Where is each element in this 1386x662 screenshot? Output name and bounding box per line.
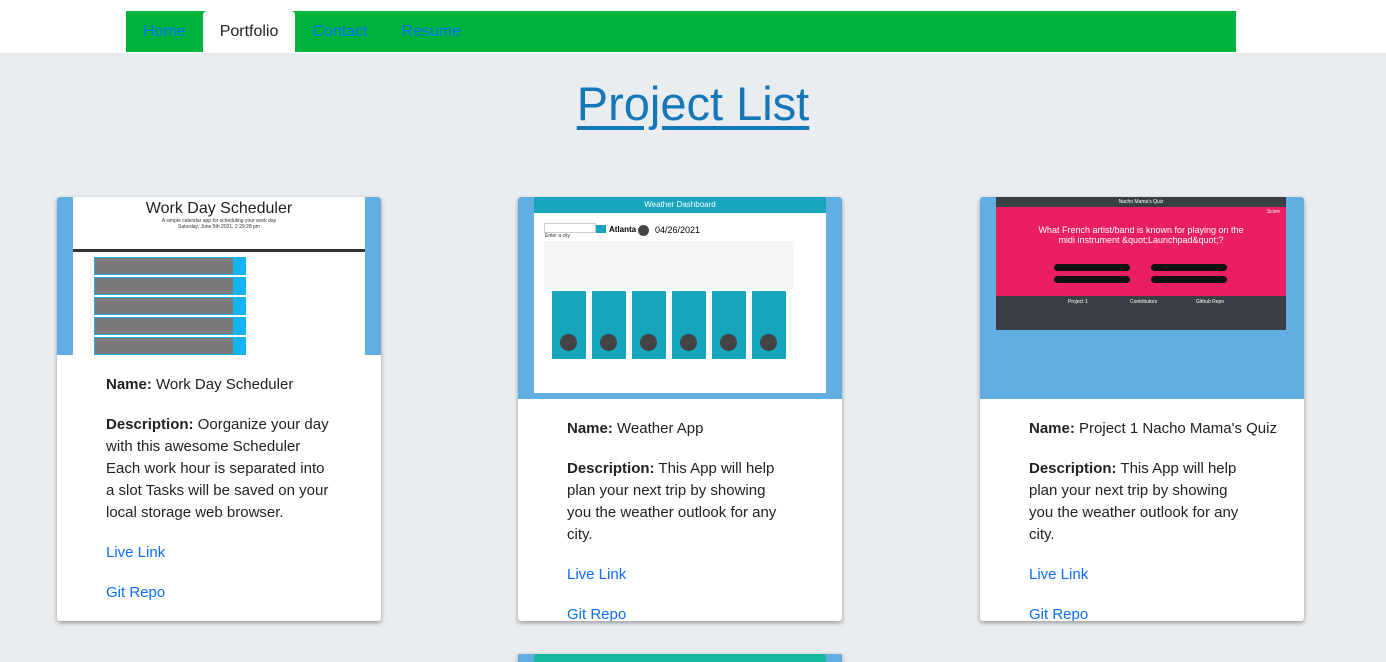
- project-name: Name: Project 1 Nacho Mama's Quiz: [1029, 418, 1277, 440]
- name-value: Work Day Scheduler: [156, 376, 294, 393]
- project-description: Description: This App will help plan you…: [1029, 458, 1255, 546]
- project-description: Description: Oorganize your day with thi…: [106, 414, 332, 524]
- project-image-partial[interactable]: [534, 654, 826, 662]
- card-body: Name: Work Day Scheduler Description: Oo…: [57, 374, 381, 604]
- weather-icon: [680, 334, 697, 351]
- footer-col: Github Repo: [1196, 299, 1225, 305]
- quiz-question: What French artist/band is known for pla…: [1038, 225, 1244, 245]
- footer-col: Contributors: [1130, 299, 1158, 305]
- project-card-partial: [518, 654, 842, 662]
- current-weather: [544, 241, 794, 289]
- project-image-frame: Work Day Scheduler A simple calendar app…: [57, 197, 381, 355]
- nav-portfolio[interactable]: Portfolio: [202, 11, 296, 52]
- divider: [73, 249, 365, 252]
- live-link[interactable]: Live Link: [567, 564, 793, 586]
- live-link[interactable]: Live Link: [1029, 564, 1255, 586]
- weather-screenshot[interactable]: Weather Dashboard Enter a city Atlanta 0…: [534, 197, 826, 393]
- time-slot: [94, 297, 246, 315]
- desc-label: Description:: [567, 460, 655, 477]
- forecast-day: [672, 291, 706, 359]
- name-label: Name:: [106, 376, 152, 393]
- score-label: Score: [1266, 209, 1280, 215]
- git-repo-link[interactable]: Git Repo: [567, 604, 793, 621]
- save-icon: [233, 258, 245, 274]
- forecast-day: [552, 291, 586, 359]
- save-icon: [233, 298, 245, 314]
- nav-home[interactable]: Home: [126, 11, 203, 52]
- card-body: Name: Weather App Description: This App …: [518, 418, 842, 621]
- city-search-input: Enter a city: [544, 223, 596, 239]
- card-body: Name: Project 1 Nacho Mama's Quiz Descri…: [980, 418, 1304, 621]
- name-value: Project 1 Nacho Mama's Quiz: [1079, 420, 1277, 437]
- time-slot: [94, 257, 246, 275]
- live-link[interactable]: Live Link: [106, 542, 332, 564]
- name-label: Name:: [1029, 420, 1075, 437]
- answer-button: [1151, 276, 1227, 283]
- git-repo-link[interactable]: Git Repo: [1029, 604, 1255, 621]
- footer-col: Project 1: [1068, 299, 1088, 305]
- project-name: Name: Work Day Scheduler: [106, 374, 332, 396]
- search-placeholder: Enter a city: [545, 233, 571, 239]
- scheduler-screenshot[interactable]: Work Day Scheduler A simple calendar app…: [73, 197, 365, 355]
- forecast-day: [592, 291, 626, 359]
- save-icon: [233, 338, 245, 354]
- quiz-screenshot[interactable]: Nacho Mama's Quiz Score What French arti…: [996, 197, 1286, 330]
- project-card-quiz: Nacho Mama's Quiz Score What French arti…: [980, 197, 1304, 621]
- nav-resume[interactable]: Resume: [385, 11, 479, 52]
- project-image-frame: Weather Dashboard Enter a city Atlanta 0…: [518, 197, 842, 399]
- page-title-wrap: Project List: [0, 76, 1386, 131]
- weather-icon: [560, 334, 577, 351]
- desc-label: Description:: [1029, 460, 1117, 477]
- city-name: Atlanta: [609, 225, 637, 234]
- time-slots: [94, 257, 246, 357]
- project-card-scheduler: Work Day Scheduler A simple calendar app…: [57, 197, 381, 621]
- answer-button: [1054, 276, 1130, 283]
- git-repo-link[interactable]: Git Repo: [106, 582, 332, 604]
- forecast-day: [712, 291, 746, 359]
- name-value: Weather App: [617, 420, 704, 437]
- weather-icon: [760, 334, 777, 351]
- project-description: Description: This App will help plan you…: [567, 458, 793, 546]
- name-label: Name:: [567, 420, 613, 437]
- quiz-footer: Project 1 Contributors Github Repo: [996, 296, 1286, 330]
- time-slot: [94, 317, 246, 335]
- answer-button: [1054, 264, 1130, 271]
- forecast-day: [752, 291, 786, 359]
- forecast-cards: [552, 291, 786, 359]
- weather-icon: [638, 225, 649, 236]
- save-icon: [233, 278, 245, 294]
- weather-icon: [600, 334, 617, 351]
- time-slot: [94, 277, 246, 295]
- screenshot-header: Weather Dashboard: [534, 197, 826, 213]
- screenshot-header: Nacho Mama's Quiz: [996, 197, 1286, 207]
- navbar: Home Portfolio Contact Resume: [126, 11, 1236, 52]
- screenshot-heading: Work Day Scheduler: [145, 200, 293, 217]
- save-icon: [233, 318, 245, 334]
- project-name: Name: Weather App: [567, 418, 793, 440]
- current-date: 04/26/2021: [655, 225, 701, 235]
- project-image-frame: Nacho Mama's Quiz Score What French arti…: [980, 197, 1304, 399]
- search-icon: [596, 225, 606, 233]
- time-slot: [94, 337, 246, 355]
- screenshot-date: Saturday, June 5th 2021, 2:29:28 pm: [178, 224, 260, 230]
- desc-label: Description:: [106, 416, 194, 433]
- weather-icon: [640, 334, 657, 351]
- nav-contact[interactable]: Contact: [295, 11, 384, 52]
- page-title[interactable]: Project List: [577, 77, 809, 130]
- project-card-weather: Weather Dashboard Enter a city Atlanta 0…: [518, 197, 842, 621]
- answer-button: [1151, 264, 1227, 271]
- forecast-day: [632, 291, 666, 359]
- weather-icon: [720, 334, 737, 351]
